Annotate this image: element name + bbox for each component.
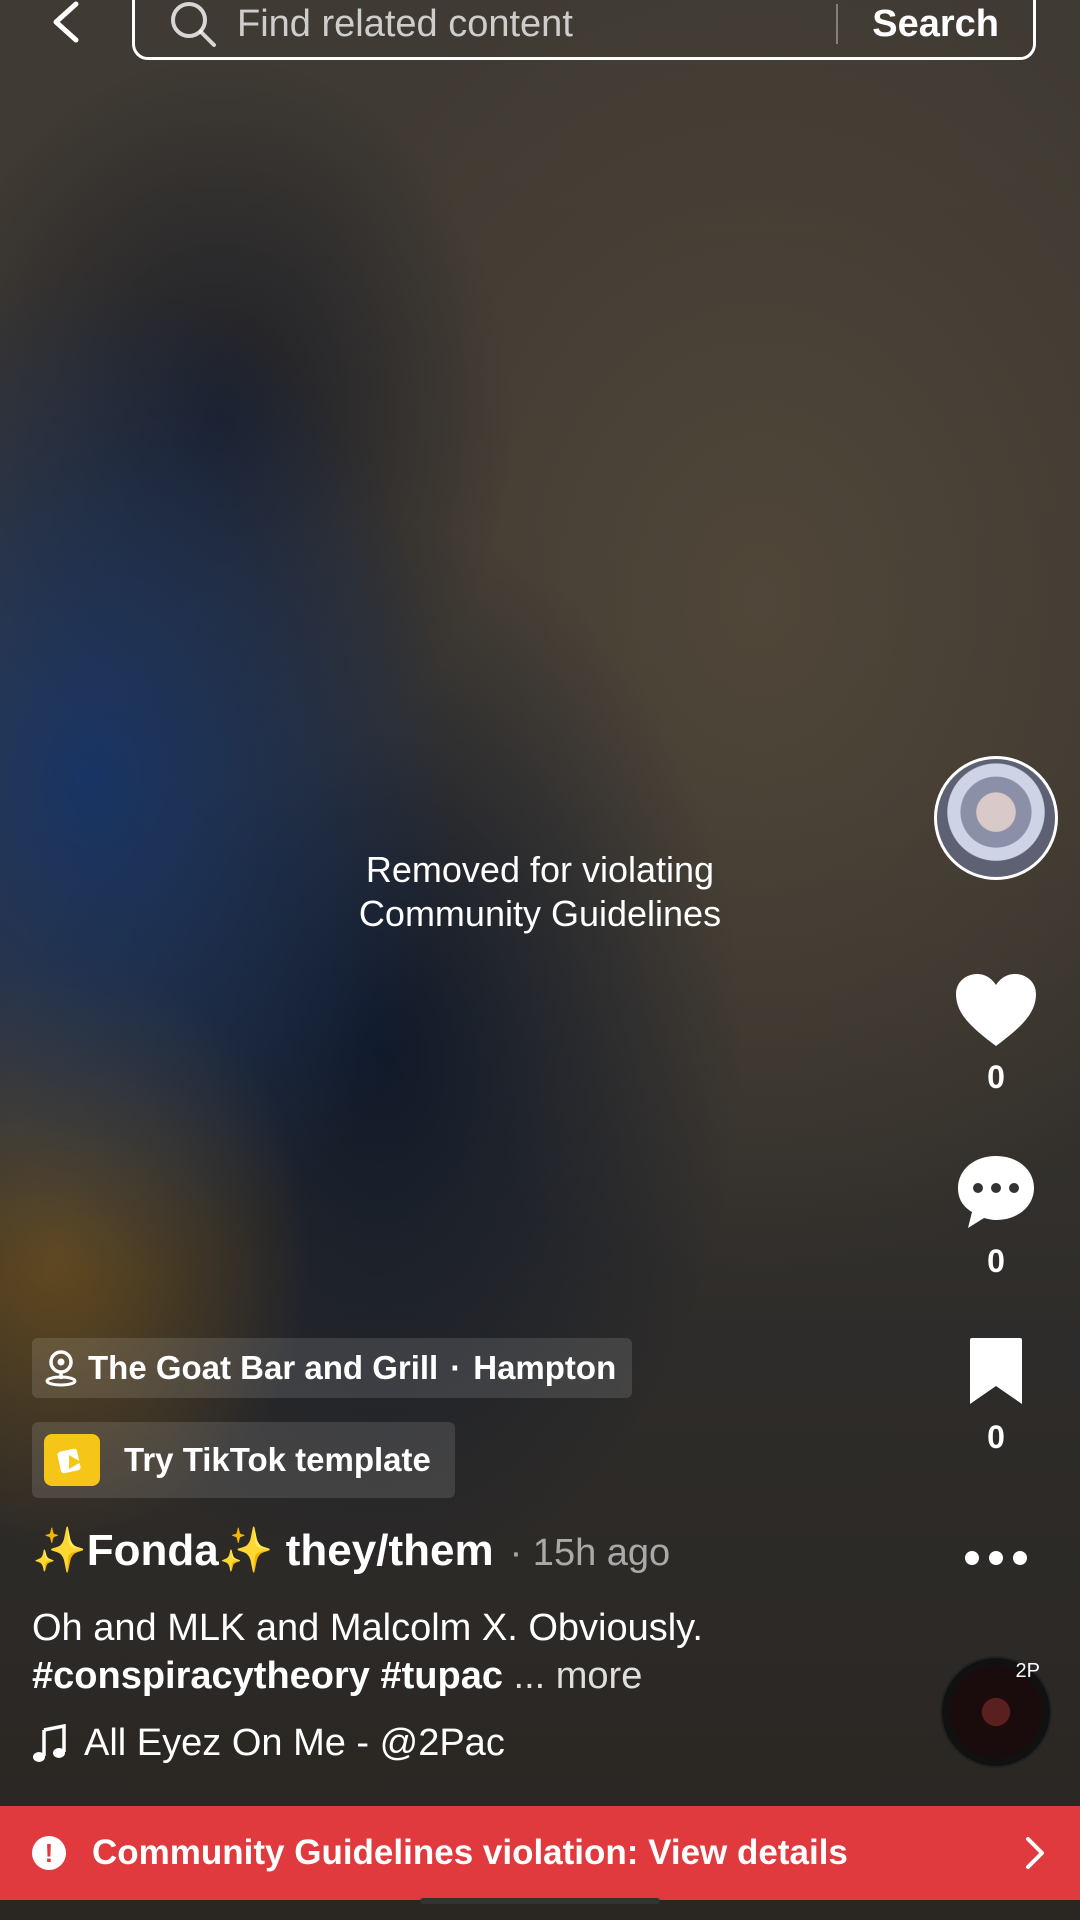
- location-city: Hampton: [473, 1349, 617, 1386]
- search-bar[interactable]: Find related content Search: [132, 0, 1036, 60]
- search-icon: [171, 2, 216, 47]
- bookmark-count: 0: [987, 1419, 1005, 1455]
- sound-label: All Eyez On Me - @2Pac: [84, 1722, 505, 1764]
- caption: Oh and MLK and Malcolm X. Obviously. #co…: [32, 1604, 912, 1700]
- sound-link[interactable]: All Eyez On Me - @2Pac: [32, 1722, 505, 1765]
- removed-line-2: Community Guidelines: [358, 893, 722, 934]
- search-button[interactable]: Search: [872, 3, 999, 46]
- music-disc[interactable]: 2P: [940, 1656, 1052, 1768]
- template-chip[interactable]: Try TikTok template: [32, 1422, 455, 1498]
- author-avatar[interactable]: [934, 756, 1058, 880]
- chevron-right-icon: [1026, 1837, 1044, 1869]
- bookmark-button[interactable]: 0: [940, 1336, 1052, 1456]
- more-options-button[interactable]: [960, 1540, 1032, 1576]
- warning-icon: !: [32, 1836, 66, 1870]
- location-separator: ·: [450, 1349, 462, 1386]
- search-input[interactable]: Find related content: [237, 3, 836, 46]
- search-divider: [836, 4, 839, 44]
- back-icon: [53, 1, 79, 43]
- violation-banner[interactable]: ! Community Guidelines violation: View d…: [0, 1806, 1080, 1900]
- template-icon: [44, 1434, 100, 1486]
- violation-text: Community Guidelines violation: View det…: [92, 1833, 848, 1872]
- like-count: 0: [987, 1059, 1005, 1095]
- comment-count: 0: [987, 1243, 1005, 1279]
- post-time: · 15h ago: [509, 1532, 671, 1574]
- more-icon: [965, 1551, 1027, 1565]
- heart-icon: [956, 974, 1036, 1046]
- removed-message: Removed for violating Community Guidelin…: [0, 848, 1080, 936]
- author-line: ✨Fonda✨ they/them · 15h ago: [32, 1524, 670, 1576]
- template-label: Try TikTok template: [124, 1441, 431, 1478]
- comment-icon: [958, 1156, 1034, 1228]
- home-indicator: [420, 1898, 660, 1904]
- like-button[interactable]: 0: [940, 972, 1052, 1096]
- comment-button[interactable]: 0: [940, 1152, 1052, 1280]
- removed-line-1: Removed for violating: [365, 849, 715, 890]
- caption-more-link[interactable]: ... more: [514, 1655, 643, 1697]
- location-place: The Goat Bar and Grill: [88, 1349, 439, 1386]
- back-button[interactable]: [36, 0, 96, 54]
- location-chip[interactable]: The Goat Bar and Grill · Hampton: [32, 1338, 633, 1398]
- caption-text: Oh and MLK and Malcolm X. Obviously.: [32, 1607, 703, 1649]
- location-pin-icon: [45, 1350, 77, 1387]
- music-note-icon: [33, 1723, 66, 1762]
- caption-hashtags[interactable]: #conspiracytheory #tupac: [32, 1655, 503, 1697]
- author-name[interactable]: ✨Fonda✨ they/them: [32, 1524, 494, 1576]
- bookmark-icon: [970, 1338, 1022, 1404]
- disc-tag: 2P: [1015, 1660, 1040, 1682]
- video-screen[interactable]: Find related content Search Removed for …: [0, 0, 1080, 1920]
